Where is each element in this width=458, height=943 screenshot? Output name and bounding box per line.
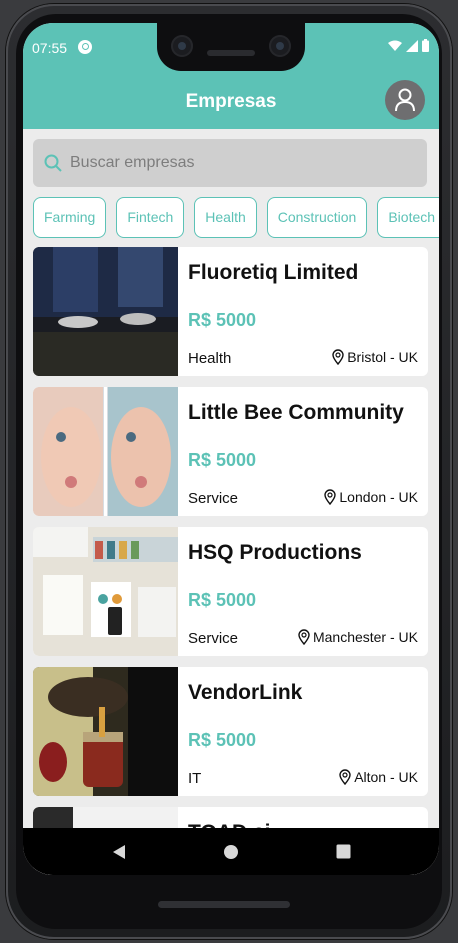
chip-farming[interactable]: Farming [33,197,107,238]
search-input[interactable] [68,153,402,173]
system-nav-bar [23,828,439,875]
company-price: R$ 5000 [188,450,257,470]
company-card[interactable]: Fluoretiq Limited R$ 5000 Health Bristol… [33,247,428,376]
company-category: IT [188,770,202,787]
home-icon[interactable] [223,844,239,860]
profile-button[interactable] [385,80,425,120]
location-pin-icon [332,349,344,365]
company-name: Little Bee Community [188,401,404,424]
category-chips: Farming Fintech Health Construction Biotech [33,197,439,239]
company-price: R$ 5000 [188,310,257,330]
location-text: London - UK [339,489,418,505]
company-image [33,527,178,656]
location-text: Bristol - UK [347,349,418,365]
page-title: Empresas [185,91,277,112]
company-price: R$ 5000 [188,590,257,610]
status-time: 07:55 [32,40,68,56]
back-icon[interactable] [111,844,127,860]
wifi-icon [388,40,402,51]
location-pin-icon [298,629,310,645]
company-name: HSQ Productions [188,541,362,564]
battery-icon [422,39,429,52]
company-category: Service [188,490,239,507]
company-location: Bristol - UK [332,349,418,365]
location-pin-icon [339,769,351,785]
company-category: Service [188,630,239,647]
display-notch [157,23,305,71]
company-list: Fluoretiq Limited R$ 5000 Health Bristol… [33,247,428,875]
company-card[interactable]: VendorLink R$ 5000 IT Alton - UK [33,667,428,796]
company-image [33,247,178,376]
notification-icon [78,40,92,54]
location-pin-icon [324,489,337,505]
recents-icon[interactable] [336,844,351,859]
company-image [33,667,178,796]
front-camera-left [171,35,193,57]
front-camera-right [269,35,291,57]
company-card[interactable]: HSQ Productions R$ 5000 Service Manchest… [33,527,428,656]
company-card[interactable]: Little Bee Community R$ 5000 Service Lon… [33,387,428,516]
location-text: Alton - UK [354,769,418,785]
app-screen: 07:55 Empresas FarmingFintechHealthCons [23,23,439,875]
chip-health[interactable]: Health [194,197,257,238]
company-image [33,387,178,516]
search-icon [44,154,62,172]
phone-bottom-grille [158,901,290,908]
company-price: R$ 5000 [188,730,257,750]
company-location: Manchester - UK [298,629,418,645]
company-name: Fluoretiq Limited [188,261,359,284]
company-category: Health [188,350,232,367]
status-indicators [388,39,429,52]
chip-construction[interactable]: Construction [266,197,368,238]
chip-biotech[interactable]: Biotech [377,197,439,238]
company-name: VendorLink [188,681,303,704]
search-bar [33,139,427,187]
company-location: Alton - UK [339,769,418,785]
location-text: Manchester - UK [312,629,418,645]
chip-fintech[interactable]: Fintech [116,197,185,238]
company-location: London - UK [324,489,418,505]
signal-icon [406,39,418,52]
earpiece-speaker [207,50,255,56]
user-icon [395,88,415,112]
